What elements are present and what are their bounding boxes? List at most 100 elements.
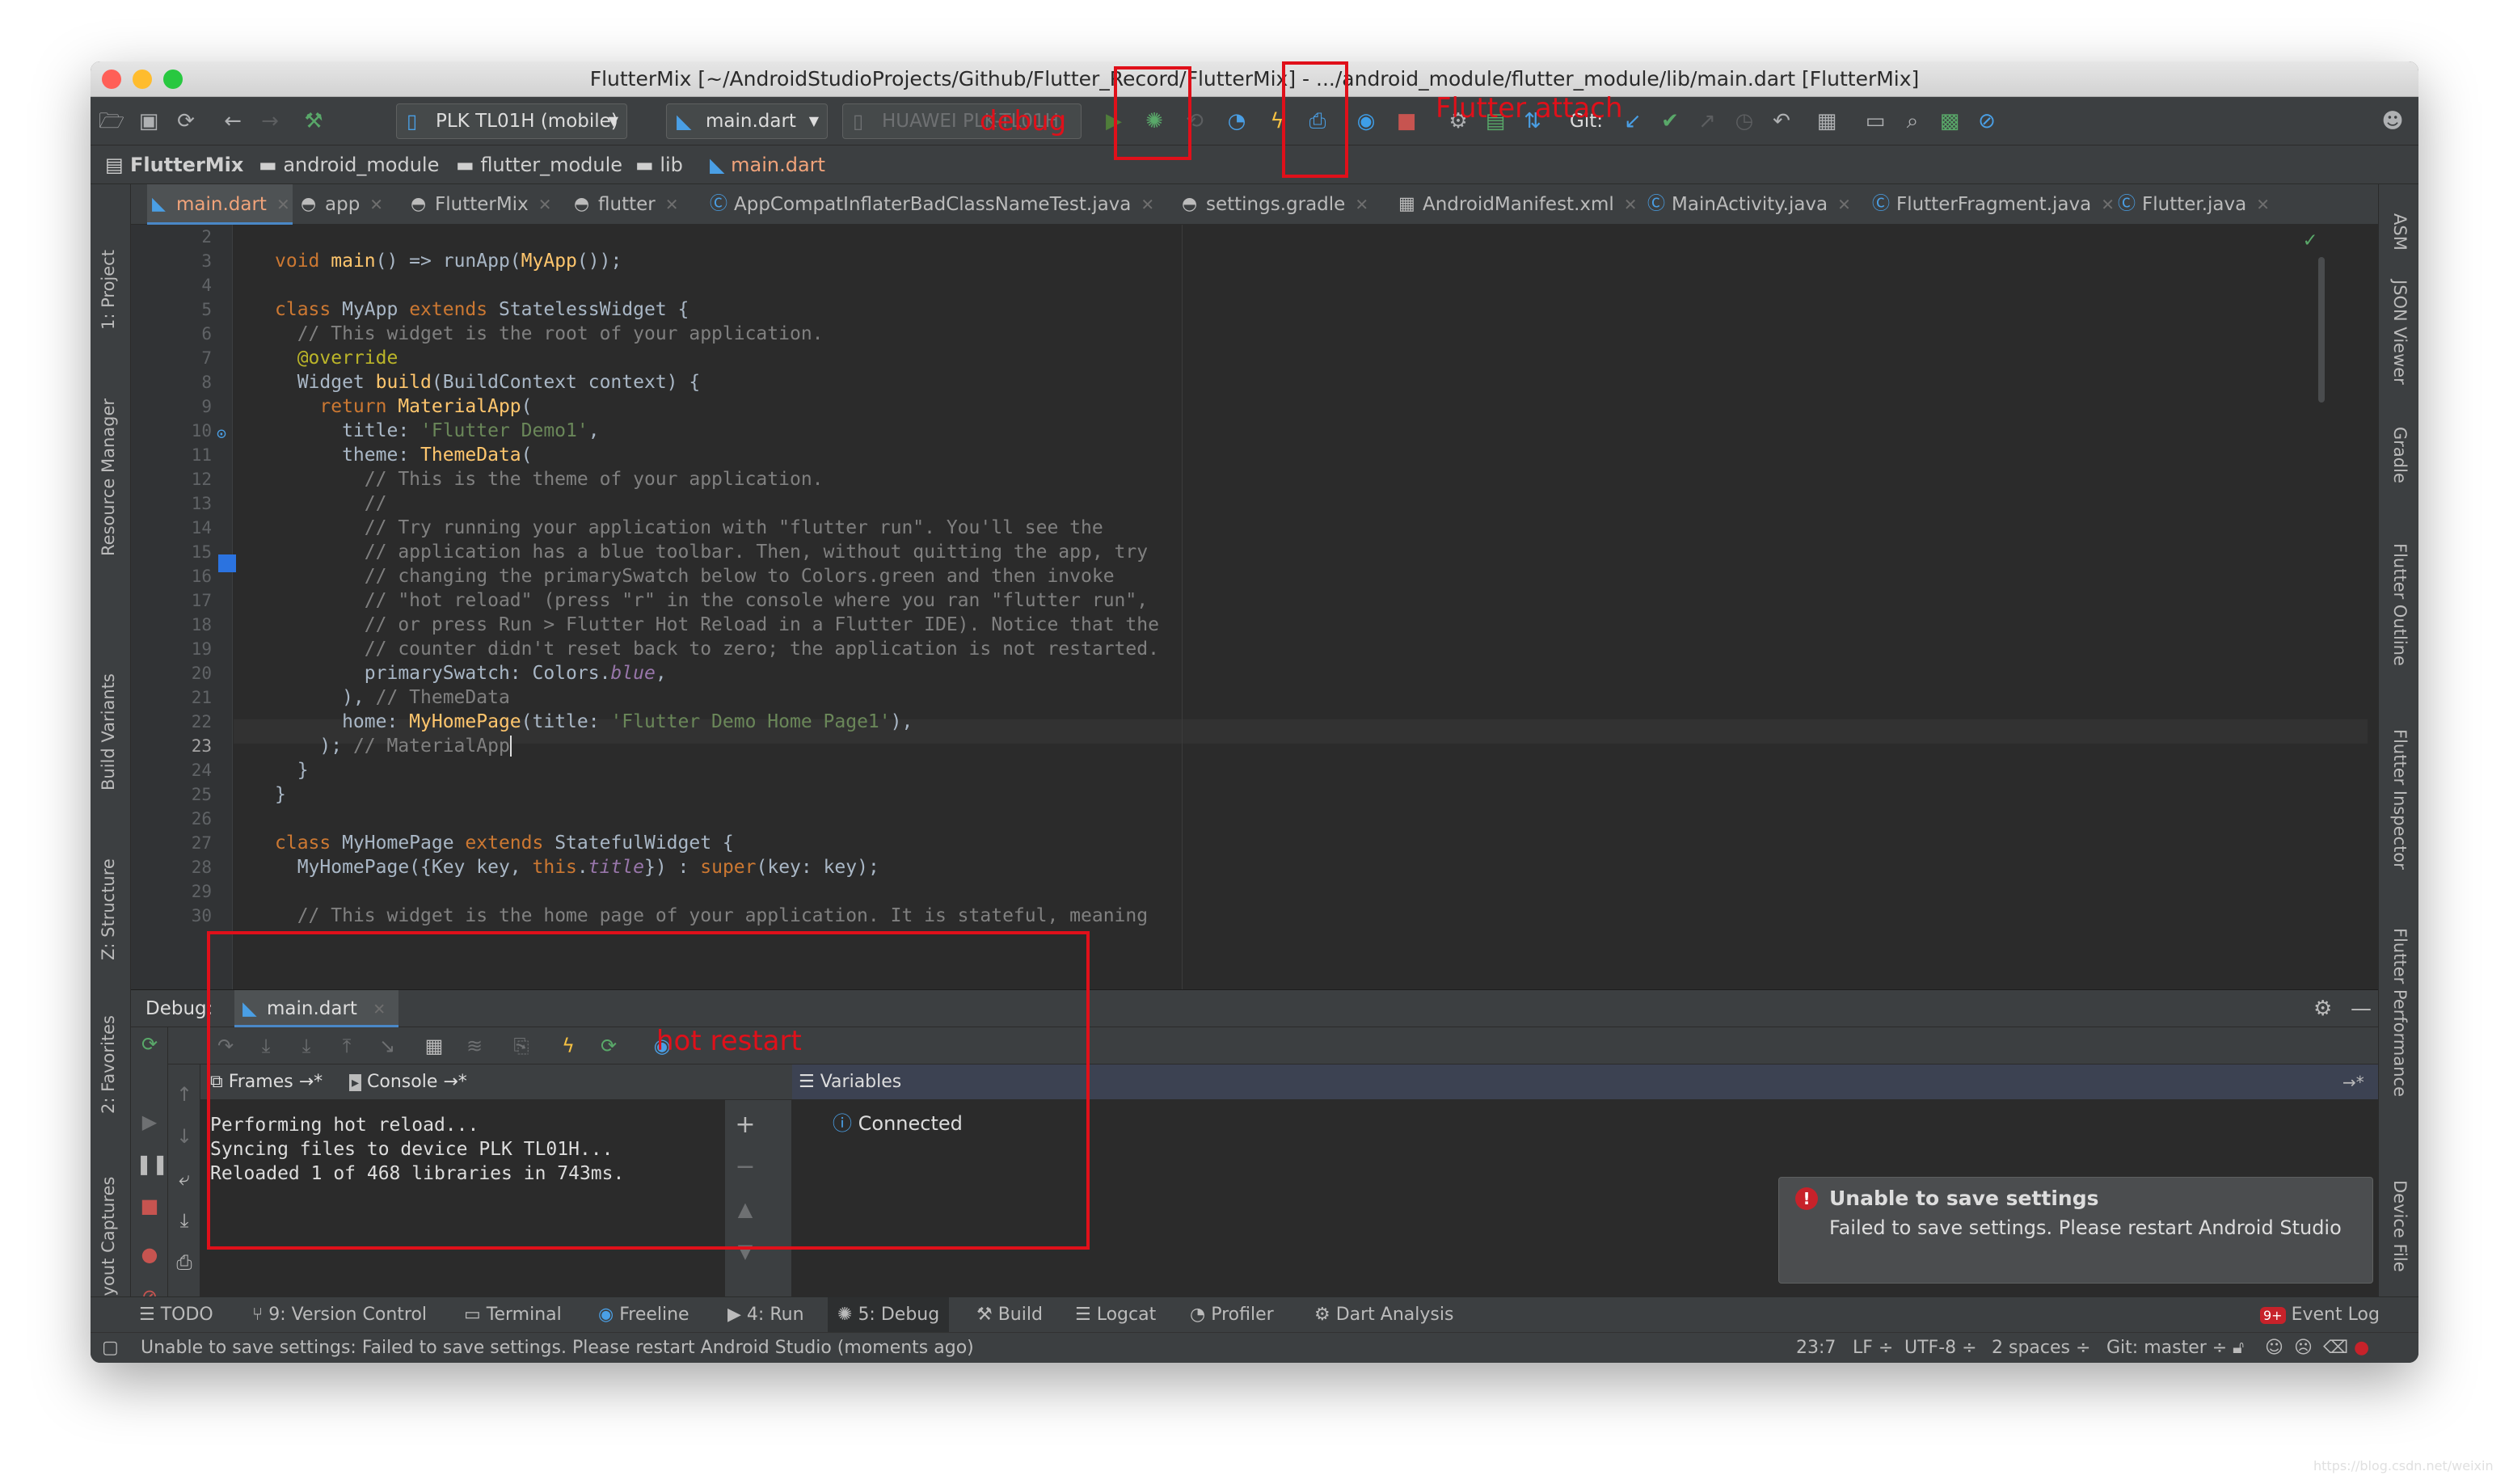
tab-main-dart[interactable]: ◣ main.dart ✕ xyxy=(147,184,293,225)
breadcrumb-lib[interactable]: ▬ lib xyxy=(635,145,683,184)
side-tab-favorites[interactable]: 2: Favorites xyxy=(99,1015,118,1114)
lock-icon[interactable]: 🔓︎ xyxy=(2233,1333,2244,1363)
tab-profiler[interactable]: ◔ Profiler xyxy=(1190,1297,1274,1333)
stop-icon[interactable]: ■ xyxy=(136,1192,163,1220)
side-tab-layout-captures[interactable]: Layout Captures xyxy=(99,1176,118,1316)
power-save-icon[interactable]: ⊘ xyxy=(1972,107,2001,136)
tab-build[interactable]: ⚒ Build xyxy=(976,1297,1043,1333)
side-tab-flutter-outline[interactable]: Flutter Outline xyxy=(2390,543,2410,666)
trash-icon[interactable]: ⌫ xyxy=(2323,1333,2348,1363)
breadcrumb-flutter-module[interactable]: ▬ flutter_module xyxy=(456,145,622,184)
terminal-window-icon[interactable]: ▭ xyxy=(1861,107,1890,136)
user-avatar-icon[interactable]: ☻ xyxy=(2378,107,2407,136)
close-icon[interactable]: ✕ xyxy=(665,195,679,214)
tab-fluttermix[interactable]: ◓ FlutterMix ✕ xyxy=(406,184,566,225)
restore-layout-icon[interactable]: →* xyxy=(2342,1065,2364,1100)
tab-event-log[interactable]: 9+ Event Log xyxy=(2260,1297,2380,1334)
git-branch[interactable]: Git: master ÷ xyxy=(2106,1333,2227,1363)
tab-flutter-java[interactable]: Ⓒ Flutter.java ✕ xyxy=(2113,184,2275,225)
tab-dart-analysis[interactable]: ⚙ Dart Analysis xyxy=(1314,1297,1453,1333)
chevron-down-icon: ▼ xyxy=(608,113,618,129)
run-config-select[interactable]: ▯ PLK TL01H (mobile) ▼ xyxy=(396,103,627,139)
close-icon[interactable]: ✕ xyxy=(538,195,552,214)
sync-icon[interactable]: ⟳ xyxy=(171,107,200,136)
vcs-commit-icon[interactable]: ✔ xyxy=(1655,107,1685,136)
side-tab-gradle[interactable]: Gradle xyxy=(2390,427,2410,483)
search-icon[interactable]: ⌕ xyxy=(1898,107,1927,136)
tab-logcat[interactable]: ☰ Logcat xyxy=(1075,1297,1156,1333)
tab-main-activity[interactable]: Ⓒ MainActivity.java ✕ xyxy=(1642,184,1861,225)
breadcrumb-file[interactable]: ◣ main.dart xyxy=(710,145,825,184)
tab-debug[interactable]: ✺ 5: Debug xyxy=(828,1297,950,1333)
file-config-select[interactable]: ◣ main.dart ▼ xyxy=(666,103,828,139)
caret-position[interactable]: 23:7 xyxy=(1796,1333,1836,1363)
tab-freeline[interactable]: ◉ Freeline xyxy=(598,1297,689,1333)
tab-version-control[interactable]: ⑂ 9: Version Control xyxy=(252,1297,427,1333)
tab-android-manifest[interactable]: ▦ AndroidManifest.xml ✕ xyxy=(1394,184,1639,225)
side-tab-device-file[interactable]: Device File xyxy=(2390,1180,2410,1272)
build-hammer-icon[interactable]: ⚒ xyxy=(299,107,328,136)
close-icon[interactable]: ✕ xyxy=(1837,195,1851,214)
frown-icon[interactable]: ☹ xyxy=(2294,1333,2313,1363)
side-tab-structure[interactable]: Z: Structure xyxy=(99,858,118,960)
vcs-history-icon[interactable]: ◷ xyxy=(1730,107,1759,136)
side-tab-resource-manager[interactable]: Resource Manager xyxy=(99,398,118,556)
settings-gear-icon[interactable]: ⚙ xyxy=(2313,990,2332,1027)
close-icon[interactable]: ✕ xyxy=(276,195,290,214)
scroll-down-icon[interactable]: ↓ xyxy=(171,1123,198,1150)
back-arrow-icon[interactable]: ← xyxy=(218,107,247,136)
tab-todo[interactable]: ☰ TODO xyxy=(139,1297,213,1333)
flutter-doctor-icon[interactable]: ◉ xyxy=(1351,107,1381,136)
close-icon[interactable]: ✕ xyxy=(2256,195,2270,214)
status-message[interactable]: Unable to save settings: Failed to save … xyxy=(141,1333,974,1363)
indent-setting[interactable]: 2 spaces ÷ xyxy=(1992,1333,2090,1363)
side-tab-json-viewer[interactable]: JSON Viewer xyxy=(2390,280,2410,385)
soft-wrap-icon[interactable]: ⤶ xyxy=(171,1165,198,1192)
side-tab-build-variants[interactable]: Build Variants xyxy=(99,673,118,790)
vcs-rollback-icon[interactable]: ↶ xyxy=(1767,107,1796,136)
tab-settings-gradle[interactable]: ◓ settings.gradle ✕ xyxy=(1177,184,1387,225)
tab-flutter-fragment[interactable]: Ⓒ FlutterFragment.java ✕ xyxy=(1867,184,2115,225)
line-separator[interactable]: LF ÷ xyxy=(1853,1333,1893,1363)
status-toggle-icon[interactable]: ▢ xyxy=(102,1333,119,1363)
tab-terminal[interactable]: ▭ Terminal xyxy=(464,1297,562,1333)
performance-chart-icon[interactable]: ▩ xyxy=(1935,107,1964,136)
smile-icon[interactable]: ☺ xyxy=(2265,1333,2283,1363)
profile-icon[interactable]: ◔ xyxy=(1222,107,1251,136)
code-editor[interactable]: 2 3 4 5 6 7 8 9 10 11 12 13 14 15 16 17 18 19 20 21 22 23 24 25… xyxy=(131,225,2378,989)
tab-run[interactable]: ▶ 4: Run xyxy=(727,1297,804,1333)
breadcrumb-project[interactable]: ▤ FlutterMix xyxy=(105,145,243,184)
view-breakpoints-icon[interactable]: ● xyxy=(136,1241,163,1268)
side-tab-flutter-inspector[interactable]: Flutter Inspector xyxy=(2390,729,2410,870)
error-icon[interactable]: ● xyxy=(2354,1333,2369,1363)
breadcrumb-android-module[interactable]: ▬ android_module xyxy=(259,145,439,184)
stop-icon[interactable]: ■ xyxy=(1392,107,1421,136)
save-icon[interactable]: ▣ xyxy=(134,107,163,136)
scroll-to-end-icon[interactable]: ⤓ xyxy=(171,1207,198,1234)
close-icon[interactable]: ✕ xyxy=(369,195,383,214)
close-icon[interactable]: ✕ xyxy=(1141,195,1154,214)
line-number: 21 xyxy=(191,688,212,707)
editor-scrollbar[interactable] xyxy=(2318,257,2325,403)
open-folder-icon[interactable]: 🗁 xyxy=(97,107,126,136)
tab-app[interactable]: ◓ app ✕ xyxy=(296,184,401,225)
tab-appcompat-test[interactable]: Ⓒ AppCompatInflaterBadClassNameTest.java ✕ xyxy=(705,184,1172,225)
resume-icon[interactable]: ▶ xyxy=(136,1108,163,1136)
vcs-push-icon[interactable]: ↗ xyxy=(1693,107,1722,136)
pause-icon[interactable]: ❚❚ xyxy=(136,1150,168,1178)
side-tab-project[interactable]: 1: Project xyxy=(99,250,118,330)
close-icon[interactable]: ✕ xyxy=(1624,195,1638,214)
hide-panel-icon[interactable]: — xyxy=(2351,990,2372,1027)
project-structure-icon[interactable]: ▦ xyxy=(1812,107,1841,136)
print-icon[interactable]: ⎙ xyxy=(171,1249,198,1276)
file-encoding[interactable]: UTF-8 ÷ xyxy=(1904,1333,1977,1363)
forward-arrow-icon[interactable]: → xyxy=(255,107,285,136)
scroll-up-icon[interactable]: ↑ xyxy=(171,1081,198,1108)
side-tab-flutter-performance[interactable]: Flutter Performance xyxy=(2390,928,2410,1097)
close-icon[interactable]: ✕ xyxy=(1355,195,1368,214)
breadcrumb: ▤ FlutterMix ▬ android_module ▬ flutter_… xyxy=(91,145,2418,184)
error-notification[interactable]: ! Unable to save settings Failed to save… xyxy=(1778,1177,2373,1284)
rerun-icon[interactable]: ⟳ xyxy=(136,1031,163,1058)
tab-flutter[interactable]: ◓ flutter ✕ xyxy=(569,184,698,225)
side-tab-asm[interactable]: ASM xyxy=(2390,213,2410,251)
